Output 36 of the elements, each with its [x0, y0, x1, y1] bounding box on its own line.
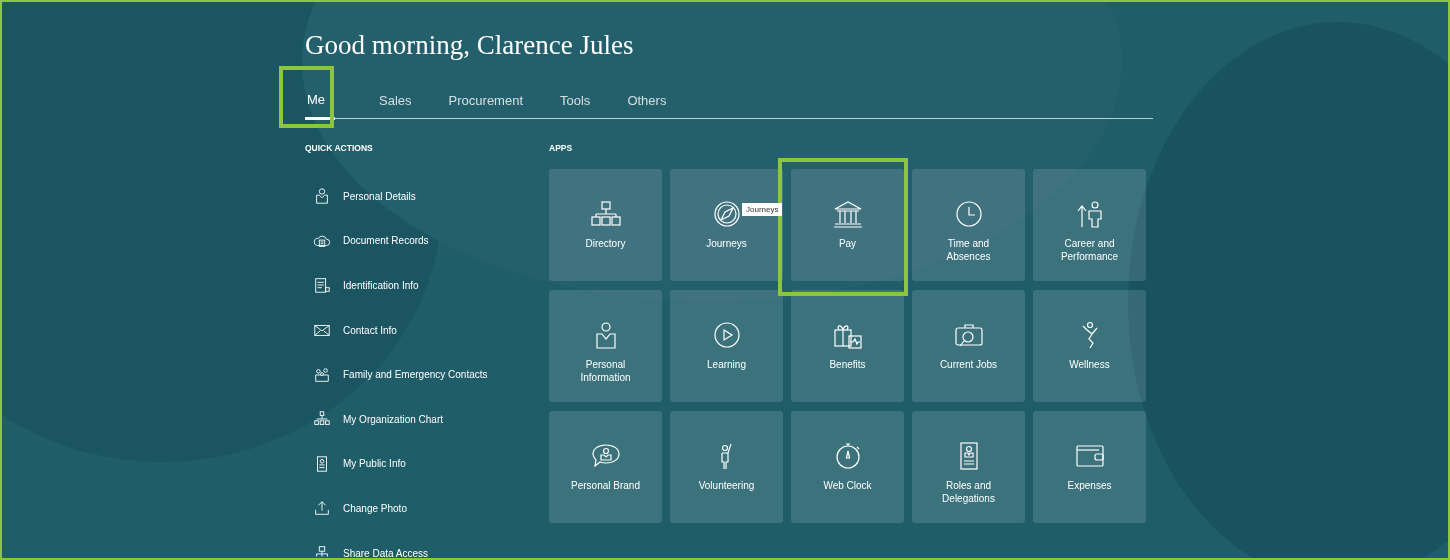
tooltip: Journeys [742, 203, 783, 216]
quick-action-link[interactable]: Share Data Access [305, 530, 549, 558]
app-tile[interactable]: Time and Absences [912, 169, 1025, 281]
app-tile[interactable]: Web Clock [791, 411, 904, 523]
tab[interactable]: Tools [542, 86, 609, 118]
section-heading: APPS [549, 142, 574, 155]
quick-action-link[interactable]: Identification Info [305, 263, 549, 308]
id-document-icon [313, 276, 331, 295]
app-tile[interactable]: Personal Information [549, 290, 662, 402]
app-tile[interactable]: Wellness [1033, 290, 1146, 402]
app-tile[interactable]: Directory [549, 169, 662, 281]
quick-action-link[interactable]: Contact Info [305, 307, 549, 353]
app-tile[interactable]: Expenses [1033, 411, 1146, 523]
tab[interactable]: Procurement [430, 86, 541, 118]
quick-action-link[interactable]: Personal Details [305, 174, 549, 219]
tab[interactable]: Others [609, 86, 685, 118]
app-tile[interactable]: Personal Brand [549, 411, 662, 523]
tab[interactable]: Me [305, 86, 336, 120]
app-tile[interactable]: Roles and Delegations [912, 411, 1025, 523]
app-tile[interactable]: Career and Performance [1033, 169, 1146, 281]
quick-action-link[interactable]: Change Photo [305, 486, 549, 531]
upload-icon [313, 499, 331, 518]
greeting-heading: Good morning, Clarence Jules [305, 29, 635, 62]
tab[interactable]: Sales [361, 86, 430, 118]
quick-action-link[interactable]: My Organization Chart [305, 396, 549, 442]
person-badge-icon [313, 187, 331, 206]
quick-action-link[interactable]: My Public Info [305, 441, 549, 487]
section-heading: QUICK ACTIONS [305, 142, 374, 155]
org-chart-icon [588, 199, 623, 229]
app-tile[interactable]: Pay [791, 169, 904, 281]
quick-action-link[interactable]: Family and Emergency Contacts [305, 352, 549, 397]
app-tile[interactable]: Volunteering [670, 411, 783, 523]
app-tile[interactable]: Current Jobs [912, 290, 1025, 402]
quick-action-link[interactable]: Document Records [305, 218, 549, 264]
app-tile[interactable]: Learning [670, 290, 783, 402]
app-tile[interactable]: Benefits [791, 290, 904, 402]
